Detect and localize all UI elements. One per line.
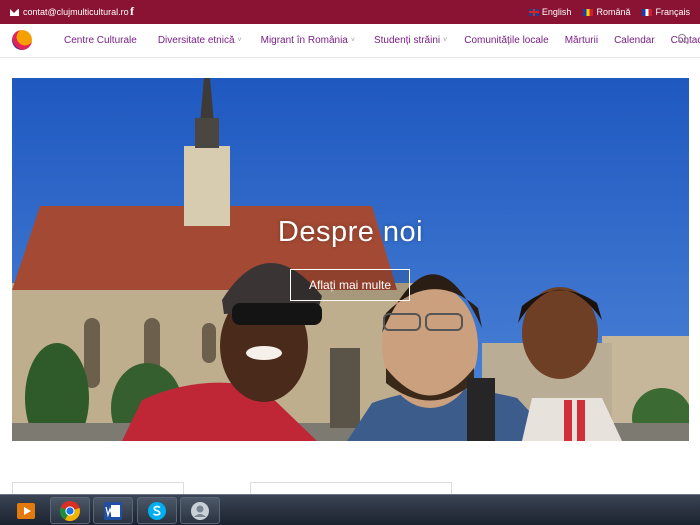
- nav-item-label: Studenți străini: [373, 35, 441, 46]
- nav-item-centre-culturale[interactable]: Centre Culturale: [64, 35, 137, 46]
- taskbar-user[interactable]: [180, 497, 220, 524]
- windows-taskbar: [0, 494, 700, 525]
- chevron-down-icon: ˅: [443, 37, 448, 44]
- hero-title: Despre noi: [277, 216, 424, 248]
- nav-item-label: Comunitățile locale: [464, 35, 549, 46]
- nav-item-comunitatile-locale[interactable]: Comunitățile locale: [464, 35, 549, 46]
- nav-item-label: Centre Culturale: [64, 35, 137, 46]
- facebook-icon[interactable]: f: [130, 4, 134, 19]
- france-flag-icon: [642, 8, 653, 16]
- language-french[interactable]: Français: [642, 7, 690, 17]
- nav-item-label: Diversitate etnică: [157, 35, 235, 46]
- contact-email: contat@clujmulticultural.ro: [23, 7, 129, 17]
- learn-more-button[interactable]: Aflați mai multe: [290, 269, 410, 301]
- romania-flag-icon: [583, 8, 594, 16]
- taskbar-chrome[interactable]: [50, 497, 90, 524]
- nav-item-label: Mărturii: [564, 35, 599, 46]
- top-bar: contat@clujmulticultural.ro f English Ro…: [0, 0, 700, 24]
- user-icon: [191, 501, 209, 520]
- main-navigation: Centre Culturale Diversitate etnică ˅ Mi…: [0, 24, 700, 58]
- taskbar-skype[interactable]: [137, 497, 177, 524]
- language-romanian[interactable]: Română: [583, 7, 630, 17]
- nav-item-label: Calendar: [614, 35, 655, 46]
- search-icon[interactable]: [677, 33, 689, 45]
- envelope-icon: [10, 8, 19, 16]
- nav-item-calendar[interactable]: Calendar: [614, 35, 655, 46]
- chrome-icon: [59, 500, 80, 521]
- skype-icon: [148, 501, 166, 520]
- language-label: English: [541, 7, 572, 17]
- media-player-icon: [17, 502, 35, 519]
- site-logo[interactable]: [12, 30, 32, 50]
- taskbar-media-player[interactable]: [6, 497, 46, 524]
- chevron-down-icon: ˅: [350, 37, 355, 44]
- language-english[interactable]: English: [528, 7, 572, 17]
- nav-item-diversitate-etnica[interactable]: Diversitate etnică ˅: [158, 35, 242, 46]
- language-switcher: English Română Français: [528, 7, 690, 17]
- contact-email-link[interactable]: contat@clujmulticultural.ro: [10, 7, 129, 17]
- hero-photo: [12, 78, 689, 441]
- nav-item-label: Migrant în România: [260, 35, 348, 46]
- language-label: Română: [596, 7, 631, 17]
- nav-item-studenti-straini[interactable]: Studenți străini ˅: [374, 35, 447, 46]
- word-icon: [104, 501, 122, 520]
- language-label: Français: [655, 7, 690, 17]
- nav-item-marturii[interactable]: Mărturii: [565, 35, 598, 46]
- uk-flag-icon: [528, 8, 539, 16]
- taskbar-word[interactable]: [93, 497, 133, 524]
- chevron-down-icon: ˅: [237, 37, 242, 44]
- nav-menu: Centre Culturale Diversitate etnică ˅ Mi…: [64, 35, 700, 46]
- hero-banner: Despre noi Aflați mai multe: [12, 78, 689, 441]
- nav-item-migrant-in-romania[interactable]: Migrant în România ˅: [261, 35, 355, 46]
